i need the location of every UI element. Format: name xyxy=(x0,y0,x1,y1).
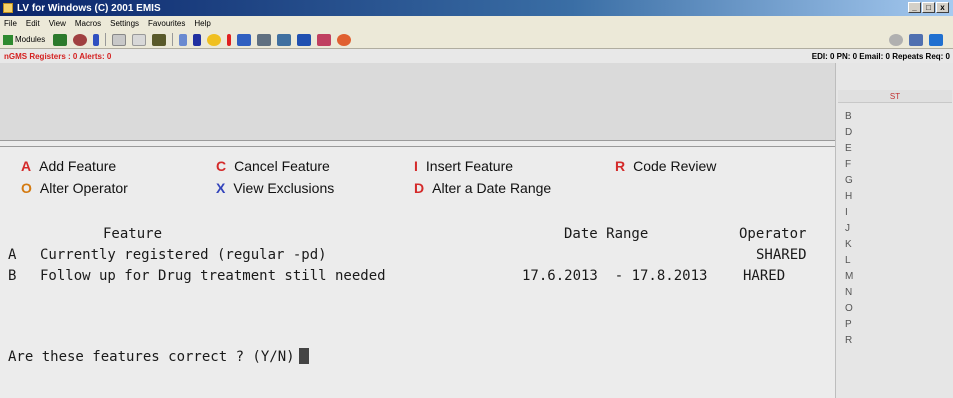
window-controls: _ □ x xyxy=(908,2,949,13)
monitor-icon[interactable] xyxy=(277,33,292,46)
folder-icon[interactable] xyxy=(152,33,167,46)
command-key: R xyxy=(615,158,626,174)
toolbar-separator xyxy=(105,33,107,46)
status-bar: nGMS Registers : 0 Alerts: 0 EDI: 0 PN: … xyxy=(0,49,953,63)
side-letter-l[interactable]: L xyxy=(845,255,851,266)
messages-status: EDI: 0 PN: 0 Email: 0 Repeats Req: 0 xyxy=(811,51,950,61)
row-operator-b: HARED xyxy=(743,268,786,284)
command-label: Add Feature xyxy=(39,158,117,174)
help-icon[interactable] xyxy=(889,34,903,46)
flask-icon[interactable] xyxy=(193,33,202,46)
command-alter-date-range[interactable]: D Alter a Date Range xyxy=(414,180,551,196)
app-icon xyxy=(3,3,13,13)
menu-settings[interactable]: Settings xyxy=(110,19,139,28)
command-insert-feature[interactable]: I Insert Feature xyxy=(414,158,513,174)
main-panel: A Add Feature C Cancel Feature I Insert Fea… xyxy=(0,63,835,398)
confirmation-prompt: Are these features correct ? (Y/N) xyxy=(8,348,309,365)
row-operator-a: SHARED xyxy=(756,247,807,263)
toolbar-right xyxy=(889,34,949,46)
save-icon[interactable] xyxy=(929,34,943,46)
star-icon[interactable] xyxy=(207,33,222,46)
side-letter-i[interactable]: I xyxy=(845,207,848,218)
command-key: A xyxy=(21,158,32,174)
menu-edit[interactable]: Edit xyxy=(26,19,40,28)
side-letter-m[interactable]: M xyxy=(845,271,853,282)
side-letter-g[interactable]: G xyxy=(845,175,853,186)
registers-alerts-status: nGMS Registers : 0 Alerts: 0 xyxy=(4,51,112,61)
side-letter-h[interactable]: H xyxy=(845,191,852,202)
side-letter-r[interactable]: R xyxy=(845,335,852,346)
text-cursor[interactable] xyxy=(298,348,309,364)
command-add-feature[interactable]: A Add Feature xyxy=(21,158,116,174)
modules-label: Modules xyxy=(15,35,46,44)
toolbar: Modules xyxy=(0,31,953,49)
modules-button[interactable]: Modules xyxy=(3,34,46,45)
document-icon[interactable] xyxy=(132,33,147,46)
menu-file[interactable]: File xyxy=(4,19,17,28)
side-panel-header: ST xyxy=(838,90,952,103)
syringe-icon[interactable] xyxy=(179,33,188,46)
toolbar-separator xyxy=(172,33,174,46)
section-divider xyxy=(0,146,835,147)
window-title: LV for Windows (C) 2001 EMIS xyxy=(17,2,161,14)
row-key-b: B xyxy=(8,268,17,284)
column-header-operator: Operator xyxy=(739,226,807,242)
book-icon[interactable] xyxy=(93,33,100,46)
column-header-feature: Feature xyxy=(103,226,163,242)
close-button[interactable]: x xyxy=(936,2,949,13)
row-date-range-b: 17.6.2013 - 17.8.2013 xyxy=(522,268,708,284)
menu-macros[interactable]: Macros xyxy=(75,19,101,28)
command-label: Alter Operator xyxy=(39,180,128,196)
command-code-review[interactable]: R Code Review xyxy=(615,158,716,174)
prompt-text: Are these features correct ? (Y/N) xyxy=(8,349,295,365)
command-label: Cancel Feature xyxy=(234,158,330,174)
arrow-left-icon[interactable] xyxy=(909,34,923,46)
column-header-date-range: Date Range xyxy=(564,226,649,242)
modules-icon xyxy=(3,34,13,45)
side-letter-k[interactable]: K xyxy=(845,239,852,250)
command-key: X xyxy=(216,180,226,196)
side-letter-b[interactable]: B xyxy=(845,111,852,122)
row-feature-a: Currently registered (regular -pd) xyxy=(40,247,327,263)
command-label: Alter a Date Range xyxy=(432,180,552,196)
grid-icon[interactable] xyxy=(257,33,272,46)
command-key: O xyxy=(21,180,32,196)
command-view-exclusions[interactable]: X View Exclusions xyxy=(216,180,334,196)
side-letter-p[interactable]: P xyxy=(845,319,852,330)
calendar-icon[interactable] xyxy=(297,33,312,46)
menu-view[interactable]: View xyxy=(49,19,66,28)
side-letter-d[interactable]: D xyxy=(845,127,852,138)
target-icon[interactable] xyxy=(73,33,88,46)
patient-icon[interactable] xyxy=(53,33,68,46)
menu-bar: File Edit View Macros Settings Favourite… xyxy=(0,16,953,31)
title-bar: LV for Windows (C) 2001 EMIS _ □ x xyxy=(0,0,953,16)
command-key: C xyxy=(216,158,227,174)
command-label: Insert Feature xyxy=(425,158,514,174)
command-key: D xyxy=(414,180,425,196)
command-cancel-feature[interactable]: C Cancel Feature xyxy=(216,158,330,174)
header-band xyxy=(0,63,835,141)
side-letter-f[interactable]: F xyxy=(845,159,851,170)
side-letter-o[interactable]: O xyxy=(845,303,853,314)
side-letter-e[interactable]: E xyxy=(845,143,852,154)
menu-favourites[interactable]: Favourites xyxy=(148,19,185,28)
command-alter-operator[interactable]: O Alter Operator xyxy=(21,180,128,196)
copy-icon[interactable] xyxy=(112,33,127,46)
row-feature-b: Follow up for Drug treatment still neede… xyxy=(40,268,386,284)
minimize-button[interactable]: _ xyxy=(908,2,921,13)
menu-help[interactable]: Help xyxy=(194,19,210,28)
row-key-a: A xyxy=(8,247,17,263)
side-letter-j[interactable]: J xyxy=(845,223,850,234)
side-letter-n[interactable]: N xyxy=(845,287,852,298)
command-label: Code Review xyxy=(633,158,717,174)
command-label: View Exclusions xyxy=(233,180,335,196)
maximize-button[interactable]: □ xyxy=(922,2,935,13)
mail-icon[interactable] xyxy=(237,33,252,46)
command-key: I xyxy=(414,158,418,174)
back-icon[interactable] xyxy=(337,33,352,46)
side-panel: ST B D E F G H I J K L M N O P R xyxy=(835,63,953,398)
alert-icon[interactable] xyxy=(227,33,232,46)
flag-icon[interactable] xyxy=(317,33,332,46)
